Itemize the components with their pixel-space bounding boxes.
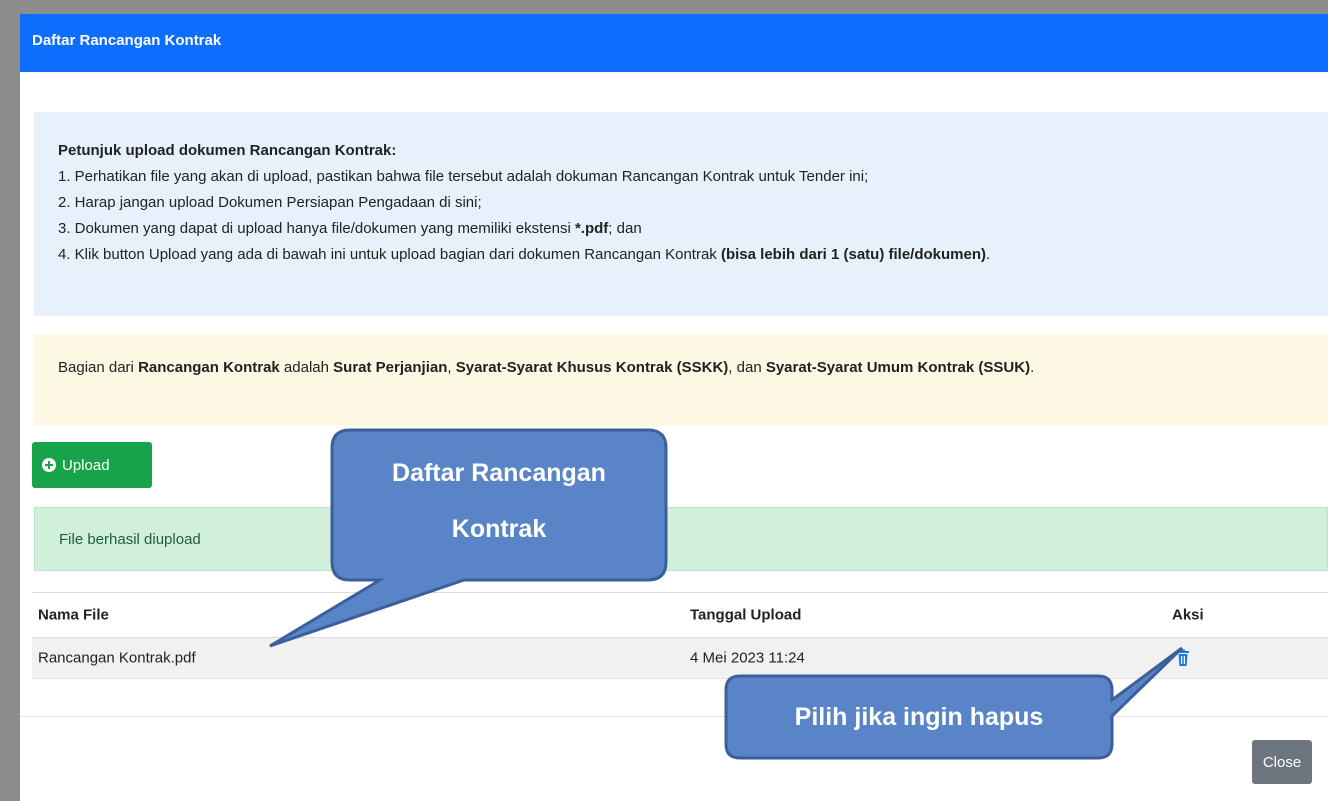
instructions-heading: Petunjuk upload dokumen Rancangan Kontra… (58, 142, 397, 159)
instruction-line-3: 3. Dokumen yang dapat di upload hanya fi… (58, 220, 642, 237)
modal-footer-divider (20, 716, 1328, 717)
callout-line-2: Kontrak (451, 515, 547, 543)
modal-dialog: Daftar Rancangan Kontrak Petunjuk upload… (20, 14, 1328, 801)
upload-date: 4 Mei 2023 11:24 (690, 649, 805, 667)
callout-line-1: Daftar Rancangan (392, 459, 606, 487)
table-header: Nama File Tanggal Upload Aksi (32, 593, 1328, 638)
table-row: Rancangan Kontrak.pdf 4 Mei 2023 11:24 (32, 638, 1328, 679)
column-header-date: Tanggal Upload (690, 606, 802, 624)
plus-circle-icon (42, 458, 56, 472)
modal-title: Daftar Rancangan Kontrak (32, 32, 222, 49)
column-header-name: Nama File (38, 606, 109, 624)
upload-button[interactable]: Upload (32, 442, 152, 488)
modal-header: Daftar Rancangan Kontrak (20, 14, 1328, 72)
contract-parts-note: Bagian dari Rancangan Kontrak adalah Sur… (34, 334, 1328, 426)
instruction-line-2: 2. Harap jangan upload Dokumen Persiapan… (58, 194, 482, 211)
instruction-line-4: 4. Klik button Upload yang ada di bawah … (58, 246, 991, 263)
background-frame-left (0, 0, 20, 801)
background-frame-top (0, 0, 1328, 14)
success-alert: File berhasil diupload (34, 507, 1328, 571)
file-table: Nama File Tanggal Upload Aksi Rancangan … (32, 592, 1328, 679)
callout-text-daftar-rancangan: Daftar Rancangan Kontrak (332, 445, 666, 557)
column-header-action: Aksi (1172, 606, 1204, 624)
callout-text-pilih-hapus: Pilih jika ingin hapus (794, 703, 1044, 731)
trash-icon[interactable] (1176, 649, 1190, 667)
upload-instructions: Petunjuk upload dokumen Rancangan Kontra… (34, 112, 1328, 316)
upload-button-label: Upload (62, 456, 110, 474)
file-name: Rancangan Kontrak.pdf (38, 649, 196, 667)
close-button[interactable]: Close (1252, 740, 1312, 784)
success-alert-text: File berhasil diupload (59, 530, 201, 548)
instruction-line-1: 1. Perhatikan file yang akan di upload, … (58, 168, 869, 185)
